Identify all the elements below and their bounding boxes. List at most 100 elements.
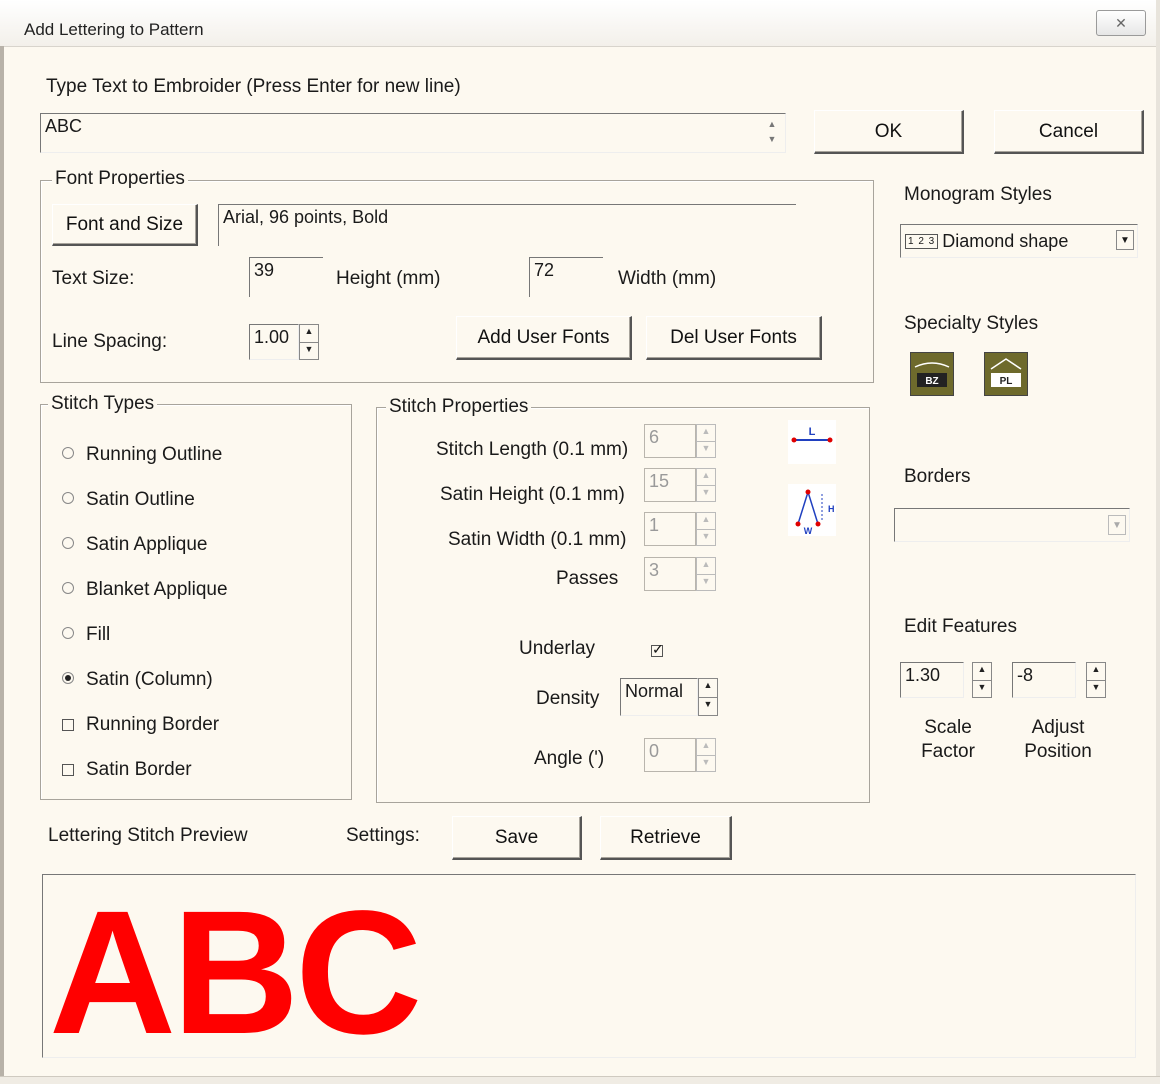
width-icon-letter: W (804, 526, 813, 536)
radio-button-icon[interactable] (62, 671, 74, 684)
satin-width-label: Satin Width (0.1 mm) (448, 529, 627, 550)
spin-up-icon[interactable]: ▲ (1087, 663, 1105, 680)
monogram-style-select[interactable]: 1 2 3 Diamond shape (900, 224, 1138, 258)
stitch-option-fill[interactable]: Fill (62, 612, 228, 657)
line-spacing-label: Line Spacing: (52, 331, 168, 352)
scale-factor-caption: Scale Factor (904, 716, 992, 764)
radio-button-icon[interactable] (62, 446, 74, 459)
satin-height-input[interactable]: 15 (644, 468, 696, 502)
angle-label: Angle (') (534, 748, 605, 769)
satin-width-value: 1 (649, 515, 660, 535)
adjust-position-input[interactable]: -8 (1012, 662, 1076, 698)
monogram-styles-label: Monogram Styles (904, 184, 1052, 205)
checkbox-icon[interactable] (62, 763, 74, 776)
stitch-option-label: Satin Outline (86, 488, 195, 510)
stitch-option-running-border[interactable]: Running Border (62, 702, 228, 747)
scale-factor-value: 1.30 (905, 665, 941, 685)
angle-input[interactable]: 0 (644, 738, 696, 772)
adjust-position-spinner[interactable]: ▲ ▼ (1086, 662, 1106, 698)
width-input[interactable]: 72 (529, 257, 603, 297)
stitch-types-title: Stitch Types (48, 393, 158, 415)
scale-factor-input[interactable]: 1.30 (900, 662, 964, 698)
stitch-option-label: Satin Border (86, 758, 192, 780)
stitch-option-satin-column[interactable]: Satin (Column) (62, 657, 228, 702)
font-and-size-button[interactable]: Font and Size (52, 204, 198, 246)
scale-factor-spinner[interactable]: ▲ ▼ (972, 662, 992, 698)
specialty-style-arch-icon[interactable]: BZ (910, 352, 954, 396)
stitch-option-satin-border[interactable]: Satin Border (62, 747, 228, 792)
density-spinner[interactable]: ▲ ▼ (698, 678, 718, 716)
specialty-style-peak-icon[interactable]: PL (984, 352, 1028, 396)
stitch-option-blanket-applique[interactable]: Blanket Applique (62, 567, 228, 612)
font-display: Arial, 96 points, Bold (218, 204, 796, 246)
text-size-label: Text Size: (52, 268, 135, 289)
line-spacing-input[interactable]: 1.00 (249, 324, 299, 360)
stitch-option-label: Running Border (86, 713, 220, 735)
stitch-option-label: Running Outline (86, 443, 223, 465)
radio-button-icon[interactable] (62, 491, 74, 504)
spin-up-icon[interactable]: ▲ (973, 663, 991, 680)
chevron-down-icon[interactable]: ▼ (1108, 515, 1126, 535)
stitch-length-spinner[interactable]: ▲ ▼ (696, 424, 716, 458)
satin-height-value: 15 (649, 471, 670, 491)
add-user-fonts-button[interactable]: Add User Fonts (456, 316, 632, 360)
density-value: Normal (625, 681, 684, 701)
del-user-fonts-button[interactable]: Del User Fonts (646, 316, 822, 360)
window-right-edge (1156, 0, 1160, 1083)
edit-features-label: Edit Features (904, 616, 1017, 637)
spin-up-icon[interactable]: ▲ (699, 679, 717, 697)
satin-dimension-diagram-icon: H W (788, 484, 836, 536)
density-input[interactable]: Normal (620, 678, 698, 716)
embroider-text-input[interactable]: ABC (40, 113, 786, 153)
adjust-caption-line1: Adjust (1031, 717, 1085, 738)
satin-height-spinner[interactable]: ▲ ▼ (696, 468, 716, 502)
underlay-checkbox[interactable] (651, 641, 664, 663)
satin-width-spinner[interactable]: ▲ ▼ (696, 512, 716, 546)
underlay-label: Underlay (519, 638, 596, 659)
close-button[interactable]: ✕ (1096, 10, 1146, 36)
adjust-position-caption: Adjust Position (1012, 716, 1104, 764)
passes-spinner[interactable]: ▲ ▼ (696, 557, 716, 591)
retrieve-button[interactable]: Retrieve (600, 816, 732, 860)
satin-width-input[interactable]: 1 (644, 512, 696, 546)
chevron-down-icon[interactable]: ▼ (1116, 230, 1134, 250)
monogram-style-icon: 1 2 3 (905, 233, 939, 249)
stitch-option-label: Satin Applique (86, 533, 208, 555)
angle-spinner[interactable]: ▲ ▼ (696, 738, 716, 772)
scale-caption-line2: Factor (921, 741, 975, 762)
spin-up-icon[interactable]: ▲ (300, 325, 318, 342)
settings-label: Settings: (346, 825, 420, 846)
passes-value: 3 (649, 560, 660, 580)
stitch-properties-group (376, 407, 870, 803)
spin-down-icon[interactable]: ▼ (699, 697, 717, 715)
length-icon-letter: L (809, 426, 816, 438)
cancel-button[interactable]: Cancel (994, 110, 1144, 154)
spin-down-icon[interactable]: ▼ (1087, 680, 1105, 697)
passes-label: Passes (556, 568, 619, 589)
borders-select[interactable] (894, 508, 1130, 542)
stitch-length-value: 6 (649, 427, 660, 447)
radio-button-icon[interactable] (62, 626, 74, 639)
checkbox-icon[interactable] (62, 718, 74, 731)
monogram-style-value: Diamond shape (942, 230, 1069, 251)
ok-button[interactable]: OK (814, 110, 964, 154)
height-input[interactable]: 39 (249, 257, 323, 297)
font-properties-title: Font Properties (52, 168, 188, 190)
borders-label: Borders (904, 466, 971, 487)
stitch-option-satin-applique[interactable]: Satin Applique (62, 522, 228, 567)
stitch-length-input[interactable]: 6 (644, 424, 696, 458)
line-spacing-spinner[interactable]: ▲ ▼ (299, 324, 319, 360)
text-scroll-arrows[interactable]: ▲ ▼ (764, 117, 780, 149)
stitch-option-satin-outline[interactable]: Satin Outline (62, 477, 228, 522)
save-button[interactable]: Save (452, 816, 582, 860)
spin-down-icon[interactable]: ▼ (973, 680, 991, 697)
stitch-type-options: Running Outline Satin Outline Satin Appliq… (62, 432, 228, 792)
angle-value: 0 (649, 741, 660, 761)
stitch-option-running-outline[interactable]: Running Outline (62, 432, 228, 477)
underlay-check-icon[interactable] (651, 641, 664, 658)
radio-button-icon[interactable] (62, 536, 74, 549)
passes-input[interactable]: 3 (644, 557, 696, 591)
radio-button-icon[interactable] (62, 581, 74, 594)
spin-down-icon[interactable]: ▼ (300, 342, 318, 359)
stitch-properties-title: Stitch Properties (386, 396, 532, 418)
